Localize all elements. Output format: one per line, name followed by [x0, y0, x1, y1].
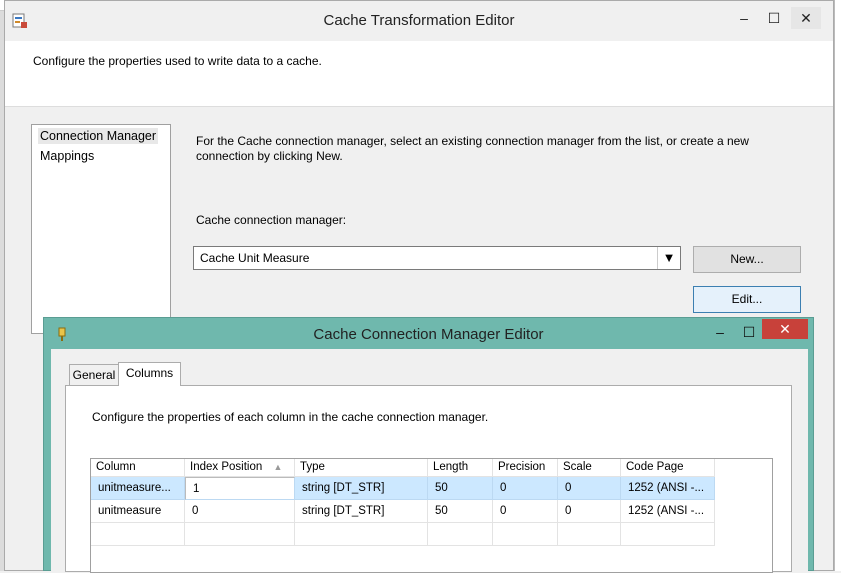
minimize-button[interactable]: – [729, 7, 759, 29]
cell-scale[interactable]: 0 [558, 477, 621, 500]
col-header-scale[interactable]: Scale [558, 459, 621, 477]
empty-cell [185, 523, 295, 546]
cache-connection-manager-editor-window: Cache Connection Manager Editor – ☐ ✕ Ge… [43, 317, 814, 573]
nav-item-mappings[interactable]: Mappings [38, 148, 96, 164]
sort-ascending-icon: ▲ [273, 462, 283, 472]
select-value: Cache Unit Measure [200, 251, 310, 265]
cell-index-position-input[interactable]: 1 [185, 477, 295, 500]
col-header-column[interactable]: Column [91, 459, 185, 477]
tab-general[interactable]: General [69, 364, 119, 385]
cache-connection-manager-label: Cache connection manager: [196, 213, 347, 227]
background-right [834, 0, 841, 571]
description-text: For the Cache connection manager, select… [196, 134, 749, 163]
col-header-type[interactable]: Type [295, 459, 428, 477]
inner-maximize-button[interactable]: ☐ [734, 321, 764, 343]
col-header-length[interactable]: Length [428, 459, 493, 477]
edit-button[interactable]: Edit... [693, 286, 801, 313]
table-row[interactable]: unitmeasure... 1 string [DT_STR] 50 0 0 … [91, 477, 715, 500]
new-button[interactable]: New... [693, 246, 801, 273]
col-header-label: Index Position [190, 461, 263, 473]
empty-cell [621, 523, 715, 546]
inner-title-bar: Cache Connection Manager Editor – ☐ ✕ [44, 318, 813, 349]
nav-item-connection-manager[interactable]: Connection Manager [38, 128, 159, 144]
header-text: Configure the properties used to write d… [33, 54, 322, 68]
inner-body: General Columns Configure the properties… [51, 349, 808, 573]
window-title: Cache Transformation Editor [323, 12, 515, 29]
grid-header: Column Index Position ▲ Type Length Prec… [91, 459, 772, 477]
empty-cell [428, 523, 493, 546]
cell-precision[interactable]: 0 [493, 500, 558, 523]
cell-length[interactable]: 50 [428, 477, 493, 500]
empty-cell [558, 523, 621, 546]
columns-tab-page: Configure the properties of each column … [65, 385, 792, 573]
cell-length[interactable]: 50 [428, 500, 493, 523]
columns-description: Configure the properties of each column … [92, 410, 489, 424]
col-header-precision[interactable]: Precision [493, 459, 558, 477]
header-panel: Configure the properties used to write d… [5, 41, 833, 107]
table-row[interactable]: unitmeasure 0 string [DT_STR] 50 0 0 125… [91, 500, 715, 523]
tab-columns[interactable]: Columns [118, 362, 181, 386]
maximize-button[interactable]: ☐ [759, 7, 789, 29]
cell-precision[interactable]: 0 [493, 477, 558, 500]
cell-type[interactable]: string [DT_STR] [295, 477, 428, 500]
inner-window-title: Cache Connection Manager Editor [313, 326, 544, 343]
inner-minimize-button[interactable]: – [705, 321, 735, 343]
empty-cell [91, 523, 185, 546]
cell-scale[interactable]: 0 [558, 500, 621, 523]
nav-list: Connection Manager Mappings [31, 124, 171, 334]
close-button[interactable]: ✕ [791, 7, 821, 29]
title-bar: Cache Transformation Editor – ☐ ✕ [5, 1, 833, 41]
col-header-index-position[interactable]: Index Position ▲ [185, 459, 295, 477]
inner-close-button[interactable]: ✕ [762, 319, 808, 339]
cell-type[interactable]: string [DT_STR] [295, 500, 428, 523]
columns-grid: Column Index Position ▲ Type Length Prec… [90, 458, 773, 573]
cell-code-page[interactable]: 1252 (ANSI -... [621, 477, 715, 500]
col-header-code-page[interactable]: Code Page [621, 459, 715, 477]
cell-column[interactable]: unitmeasure [91, 500, 185, 523]
cell-column[interactable]: unitmeasure... [91, 477, 185, 500]
empty-cell [493, 523, 558, 546]
cell-code-page[interactable]: 1252 (ANSI -... [621, 500, 715, 523]
table-row-empty[interactable] [91, 523, 715, 546]
cell-index-position[interactable]: 0 [185, 500, 295, 523]
empty-cell [295, 523, 428, 546]
cache-connection-manager-select[interactable]: Cache Unit Measure ▼ [193, 246, 681, 270]
chevron-down-icon[interactable]: ▼ [657, 247, 680, 269]
